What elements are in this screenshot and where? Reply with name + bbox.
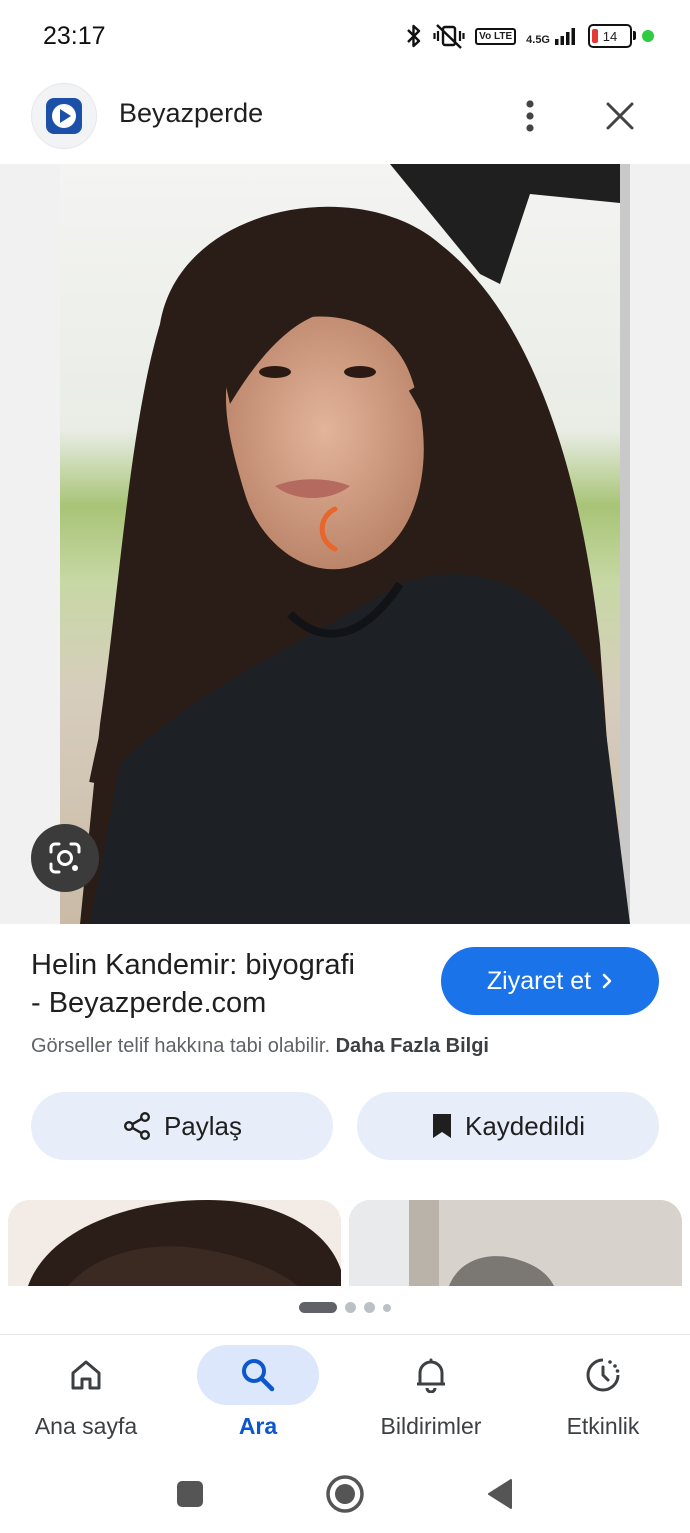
nav-search[interactable]: Ara bbox=[172, 1335, 344, 1455]
home-system-button[interactable] bbox=[319, 1468, 371, 1520]
system-navigation-bar bbox=[0, 1454, 690, 1533]
copyright-notice: Görseller telif hakkına tabi olabilir. D… bbox=[31, 1035, 489, 1058]
saved-label: Kaydedildi bbox=[465, 1110, 585, 1141]
battery-icon: 14 bbox=[588, 24, 636, 48]
recents-icon bbox=[177, 1481, 203, 1507]
pager-dot-active bbox=[299, 1302, 337, 1313]
site-name[interactable]: Beyazperde bbox=[119, 98, 263, 129]
result-image[interactable] bbox=[60, 164, 630, 924]
result-title-line2: - Beyazperde.com bbox=[31, 987, 267, 1019]
bluetooth-icon bbox=[407, 24, 421, 48]
vibrate-off-icon bbox=[433, 24, 465, 49]
pager-dot bbox=[364, 1302, 375, 1313]
search-icon bbox=[242, 1359, 275, 1392]
nav-activity-label: Etkinlik bbox=[566, 1413, 640, 1439]
status-time: 23:17 bbox=[43, 22, 106, 50]
privacy-indicator bbox=[642, 30, 654, 42]
related-image-2[interactable] bbox=[349, 1200, 682, 1286]
google-lens-button[interactable] bbox=[31, 824, 99, 892]
share-icon bbox=[123, 1112, 150, 1141]
share-label: Paylaş bbox=[163, 1110, 243, 1141]
nav-home[interactable]: Ana sayfa bbox=[0, 1335, 172, 1455]
saved-button[interactable]: Kaydedildi bbox=[357, 1092, 659, 1160]
volte-badge: Vo LTE bbox=[475, 27, 517, 45]
result-title-line1: Helin Kandemir: biyografi bbox=[31, 949, 355, 981]
more-info-link[interactable]: Daha Fazla Bilgi bbox=[336, 1035, 489, 1057]
status-bar: 23:17 Vo LTE 4.5G 14 bbox=[0, 0, 690, 76]
result-title[interactable]: Helin Kandemir: biyografi - Beyazperde.c… bbox=[31, 946, 421, 1022]
activity-icon bbox=[586, 1358, 620, 1392]
nav-notifications[interactable]: Bildirimler bbox=[345, 1335, 517, 1455]
site-logo[interactable] bbox=[31, 83, 97, 149]
chevron-right-icon bbox=[602, 973, 612, 989]
bell-icon bbox=[417, 1358, 445, 1393]
pager-dot bbox=[383, 1303, 391, 1312]
carousel-pager bbox=[0, 1302, 690, 1313]
back-button[interactable] bbox=[474, 1468, 526, 1520]
close-button[interactable] bbox=[598, 94, 642, 138]
status-icons: Vo LTE 4.5G 14 bbox=[405, 22, 654, 50]
back-triangle-icon bbox=[488, 1479, 512, 1509]
bookmark-filled-icon bbox=[433, 1114, 451, 1138]
nav-search-label: Ara bbox=[238, 1413, 278, 1439]
more-options-button[interactable] bbox=[510, 94, 550, 138]
image-preview-area bbox=[0, 164, 690, 924]
more-vert-icon bbox=[526, 100, 534, 132]
bottom-navigation: Ana sayfa Ara Bildirimler Etkinlik bbox=[0, 1334, 690, 1455]
visit-button[interactable]: Ziyaret et bbox=[441, 947, 659, 1015]
copyright-text: Görseller telif hakkına tabi olabilir. bbox=[31, 1035, 331, 1057]
visit-button-label: Ziyaret et bbox=[486, 966, 592, 995]
nav-notifications-label: Bildirimler bbox=[380, 1413, 482, 1439]
nav-home-label: Ana sayfa bbox=[34, 1413, 138, 1439]
signal-icon: 4.5G bbox=[526, 26, 578, 46]
recents-button[interactable] bbox=[164, 1468, 216, 1520]
close-icon bbox=[606, 102, 634, 130]
home-circle-icon bbox=[326, 1475, 364, 1513]
beyazperde-logo-icon bbox=[46, 98, 82, 134]
lens-icon bbox=[49, 842, 81, 874]
result-header: Beyazperde bbox=[0, 76, 690, 164]
home-icon bbox=[71, 1360, 101, 1390]
related-image-1[interactable] bbox=[8, 1200, 341, 1286]
pager-dot bbox=[345, 1302, 356, 1313]
share-button[interactable]: Paylaş bbox=[31, 1092, 333, 1160]
nav-activity[interactable]: Etkinlik bbox=[517, 1335, 689, 1455]
